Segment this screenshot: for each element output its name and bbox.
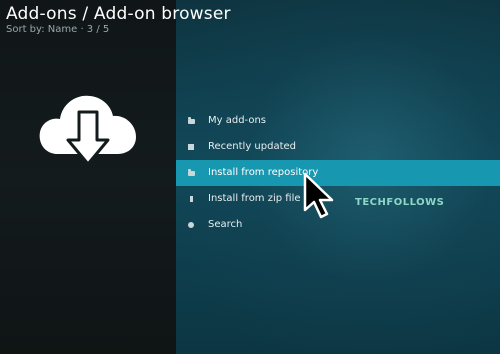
cloud-download-icon [39,95,136,166]
menu-item-install-from-repository[interactable]: Install from repository [176,160,500,186]
addon-browser-screen: Add-ons / Add-on browser Sort by: Name ·… [0,0,500,354]
search-icon [188,221,196,229]
left-panel [0,0,176,354]
menu-item-label: Install from zip file [208,193,301,204]
sort-info: Sort by: Name · 3 / 5 [6,24,110,35]
square-icon [188,143,196,151]
page-title: Add-ons / Add-on browser [6,4,231,24]
menu-item-recently-updated[interactable]: Recently updated [176,134,500,160]
header: Add-ons / Add-on browser Sort by: Name ·… [6,4,231,36]
watermark-text: TECHFOLLOWS [355,197,445,208]
folder-icon [188,117,196,125]
zip-icon [188,195,196,203]
folder-icon [188,169,196,177]
menu-item-search[interactable]: Search [176,212,500,238]
menu-item-label: Install from repository [208,167,319,178]
menu-item-label: Search [208,219,243,230]
menu-item-label: My add-ons [208,115,267,126]
addon-menu: My add-ons Recently updated Install from… [176,108,500,238]
mouse-pointer-icon [303,172,334,219]
menu-item-install-from-zip[interactable]: Install from zip file [176,186,500,212]
menu-item-my-addons[interactable]: My add-ons [176,108,500,134]
menu-item-label: Recently updated [208,141,297,152]
